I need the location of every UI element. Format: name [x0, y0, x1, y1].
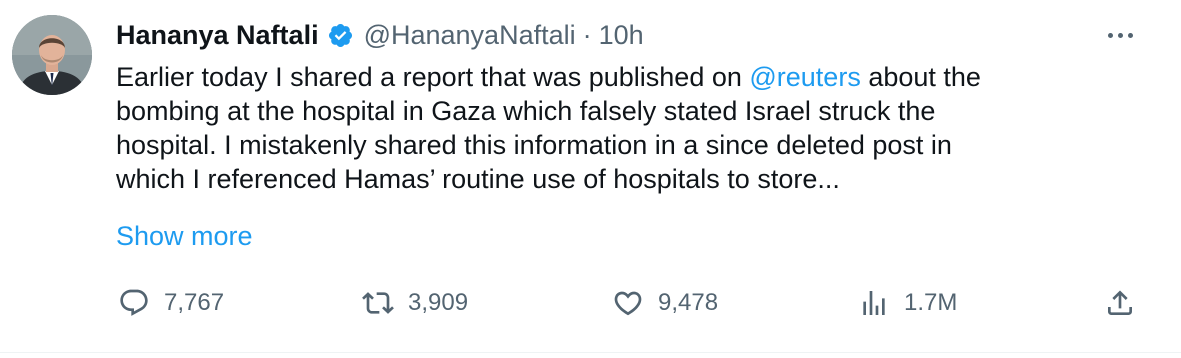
- views-button[interactable]: 1.7M: [858, 284, 957, 322]
- retweet-button[interactable]: 3,909: [362, 284, 468, 322]
- header-separator: ·: [582, 19, 592, 50]
- reply-icon: [120, 289, 148, 316]
- tweet-text-segment: about the: [860, 62, 981, 92]
- more-dot: [1107, 32, 1113, 38]
- tweet-text-line: hospital. I mistakenly shared this infor…: [116, 130, 952, 160]
- retweet-count: 3,909: [408, 289, 469, 316]
- retweet-icon: [362, 292, 394, 314]
- avatar[interactable]: [12, 15, 92, 95]
- tweet-text: Earlier today I shared a report that was…: [116, 60, 1126, 196]
- tweet-card[interactable]: Hananya Naftali @HananyaNaftali · 10h Ea…: [0, 0, 1181, 358]
- share-button[interactable]: [1104, 284, 1136, 322]
- heart-icon: [614, 291, 642, 316]
- more-dot: [1117, 32, 1123, 38]
- user-handle[interactable]: @HananyaNaftali: [364, 20, 576, 51]
- views-chart-icon: [863, 291, 885, 315]
- tweet-text-line: which I referenced Hamas’ routine use of…: [116, 164, 840, 194]
- verified-badge-icon[interactable]: [327, 22, 354, 49]
- show-more-link[interactable]: Show more: [116, 221, 253, 252]
- avatar-portrait-icon: [12, 15, 92, 95]
- views-count: 1.7M: [904, 289, 958, 316]
- like-count: 9,478: [658, 289, 719, 316]
- display-name[interactable]: Hananya Naftali: [116, 20, 319, 51]
- tweet-text-segment: Earlier today I shared a report that was…: [116, 62, 750, 92]
- tweet-text-line: Earlier today I shared a report that was…: [116, 60, 1126, 94]
- more-options-button[interactable]: [1098, 22, 1142, 48]
- tweet-text-line: bombing at the hospital in Gaza which fa…: [116, 96, 936, 126]
- reply-button[interactable]: 7,767: [118, 284, 224, 322]
- tweet-header: Hananya Naftali @HananyaNaftali · 10h: [116, 15, 644, 55]
- more-dot: [1127, 32, 1133, 38]
- share-icon: [1108, 290, 1132, 315]
- reply-count: 7,767: [164, 289, 225, 316]
- timestamp[interactable]: 10h: [599, 20, 644, 51]
- divider: [0, 352, 1181, 353]
- mention-link[interactable]: @reuters: [749, 62, 860, 92]
- like-button[interactable]: 9,478: [612, 284, 718, 322]
